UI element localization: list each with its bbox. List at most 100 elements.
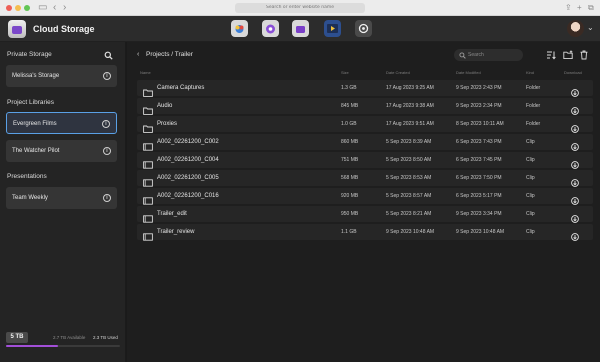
user-avatar[interactable] [567, 20, 584, 37]
table-row[interactable]: Proxies 1.0 GB 17 Aug 2023 9:51 AM 8 Sep 20… [137, 116, 593, 133]
presentations-title: Presentations [7, 173, 47, 180]
file-search[interactable] [454, 49, 523, 61]
new-tab-icon[interactable]: + [577, 3, 582, 13]
column-header-size[interactable]: Size [341, 70, 349, 76]
file-date-created: 5 Sep 2023 8:57 AM [386, 193, 432, 199]
table-row[interactable]: Trailer_edit 950 MB 5 Sep 2023 8:21 AM 9 Se… [137, 206, 593, 223]
column-header-date-created[interactable]: Date Created [386, 70, 410, 76]
file-size: 1.1 GB [341, 229, 357, 235]
table-row[interactable]: Camera Captures 1.3 GB 17 Aug 2023 9:25 AM… [137, 80, 593, 97]
table-row[interactable]: Audio 845 MB 17 Aug 2023 9:38 AM 9 Sep 2023… [137, 98, 593, 115]
settings-icon[interactable] [355, 20, 372, 37]
table-header: Name Size Date Created Date Modified Kin… [137, 70, 594, 78]
sidebar-item-evergreen-films[interactable]: Evergreen Films i [6, 112, 117, 134]
minimize-window-button[interactable] [15, 5, 21, 11]
info-icon[interactable]: i [102, 120, 110, 128]
file-name[interactable]: Camera Captures [157, 84, 204, 92]
sidebar-toggle-icon[interactable]: ▭ [38, 2, 47, 14]
forward-icon[interactable]: › [63, 2, 66, 14]
url-bar[interactable] [235, 3, 365, 13]
back-icon[interactable]: ‹ [53, 2, 56, 14]
download-icon[interactable] [571, 228, 579, 241]
tab-overview-icon[interactable]: ⧉ [588, 3, 594, 13]
fairlight-cloud-icon[interactable] [292, 20, 309, 37]
sort-icon[interactable] [546, 50, 556, 60]
file-name[interactable]: Proxies [157, 120, 177, 128]
table-row[interactable]: A002_02261200_C005 568 MB 5 Sep 2023 8:53 … [137, 170, 593, 187]
file-name[interactable]: A002_02261200_C004 [157, 156, 219, 164]
sidebar-item-label: Evergreen Films [13, 121, 57, 127]
download-icon[interactable] [571, 102, 579, 115]
file-name[interactable]: Audio [157, 102, 172, 110]
download-icon[interactable] [571, 210, 579, 223]
search-icon[interactable] [104, 51, 113, 60]
sidebar-item-label: Melissa's Storage [12, 73, 60, 79]
file-kind: Clip [526, 175, 535, 181]
table-row[interactable]: A002_02261200_C002 860 MB 5 Sep 2023 8:39 … [137, 134, 593, 151]
file-date-created: 17 Aug 2023 9:51 AM [386, 121, 434, 127]
file-name[interactable]: A002_02261200_C002 [157, 138, 219, 146]
share-icon[interactable]: ⇪ [565, 3, 572, 13]
maximize-window-button[interactable] [24, 5, 30, 11]
download-icon[interactable] [571, 138, 579, 151]
info-icon[interactable]: i [103, 147, 111, 155]
app-header: Cloud Storage ⌄ [0, 16, 600, 42]
storage-total-badge: 5 TB [6, 332, 28, 343]
sidebar-item-melissas-storage[interactable]: Melissa's Storage i [6, 65, 117, 87]
storage-usage: 5 TB 2.7 TB Available 2.3 TB Used [6, 332, 120, 347]
download-icon[interactable] [571, 156, 579, 169]
file-name[interactable]: A002_02261200_C016 [157, 192, 219, 200]
file-size: 751 MB [341, 157, 359, 163]
media-icon[interactable] [324, 20, 341, 37]
file-date-created: 5 Sep 2023 8:39 AM [386, 139, 432, 145]
file-size: 845 MB [341, 103, 359, 109]
file-browser: ‹ Projects / Trailer Name Size Date Crea… [127, 42, 600, 362]
back-chevron-icon[interactable]: ‹ [137, 51, 139, 59]
file-kind: Clip [526, 211, 535, 217]
file-size: 568 MB [341, 175, 359, 181]
download-icon[interactable] [571, 84, 579, 97]
folder-icon [143, 102, 153, 115]
file-kind: Folder [526, 103, 541, 109]
app-title: Cloud Storage [33, 24, 95, 34]
breadcrumb[interactable]: Projects / Trailer [146, 51, 193, 59]
column-header-kind[interactable]: Kind [526, 70, 534, 76]
sidebar-item-team-weekly[interactable]: Team Weekly i [6, 187, 117, 209]
clip-icon [143, 138, 153, 151]
file-size: 920 MB [341, 193, 359, 199]
column-header-name[interactable]: Name [140, 70, 151, 76]
table-row[interactable]: A002_02261200_C016 920 MB 5 Sep 2023 8:57 … [137, 188, 593, 205]
download-icon[interactable] [571, 174, 579, 187]
file-kind: Folder [526, 85, 541, 91]
new-folder-icon[interactable] [563, 50, 573, 60]
fusion-cloud-icon[interactable] [262, 20, 279, 37]
file-date-created: 9 Sep 2023 10:48 AM [386, 229, 435, 235]
download-icon[interactable] [571, 120, 579, 133]
browser-toolbar: ▭ ‹ › ⇪ + ⧉ [0, 0, 600, 16]
table-row[interactable]: A002_02261200_C004 751 MB 5 Sep 2023 8:50 … [137, 152, 593, 169]
info-icon[interactable]: i [103, 194, 111, 202]
file-date-modified: 6 Sep 2023 5:17 PM [456, 193, 502, 199]
private-storage-title: Private Storage [7, 51, 52, 58]
file-name[interactable]: A002_02261200_C005 [157, 174, 219, 182]
download-icon[interactable] [571, 192, 579, 205]
column-header-date-modified[interactable]: Date Modified [456, 70, 481, 76]
file-name[interactable]: Trailer_edit [157, 210, 187, 218]
chevron-down-icon[interactable]: ⌄ [587, 23, 594, 33]
file-name[interactable]: Trailer_review [157, 228, 194, 236]
info-icon[interactable]: i [103, 72, 111, 80]
file-date-modified: 8 Sep 2023 10:11 AM [456, 121, 504, 127]
resolve-cloud-icon[interactable] [231, 20, 248, 37]
file-kind: Clip [526, 193, 535, 199]
trash-icon[interactable] [579, 50, 589, 60]
file-kind: Clip [526, 139, 535, 145]
search-input[interactable] [468, 50, 520, 60]
close-window-button[interactable] [6, 5, 12, 11]
sidebar-item-label: The Watcher Pilot [12, 148, 60, 154]
sidebar-item-the-watcher-pilot[interactable]: The Watcher Pilot i [6, 140, 117, 162]
file-date-modified: 9 Sep 2023 2:43 PM [456, 85, 502, 91]
storage-available-text: 2.7 TB Available [53, 335, 86, 340]
storage-progress-fill [6, 345, 59, 347]
table-row[interactable]: Trailer_review 1.1 GB 9 Sep 2023 10:48 AM 9… [137, 224, 593, 241]
sidebar-item-label: Team Weekly [12, 195, 48, 201]
